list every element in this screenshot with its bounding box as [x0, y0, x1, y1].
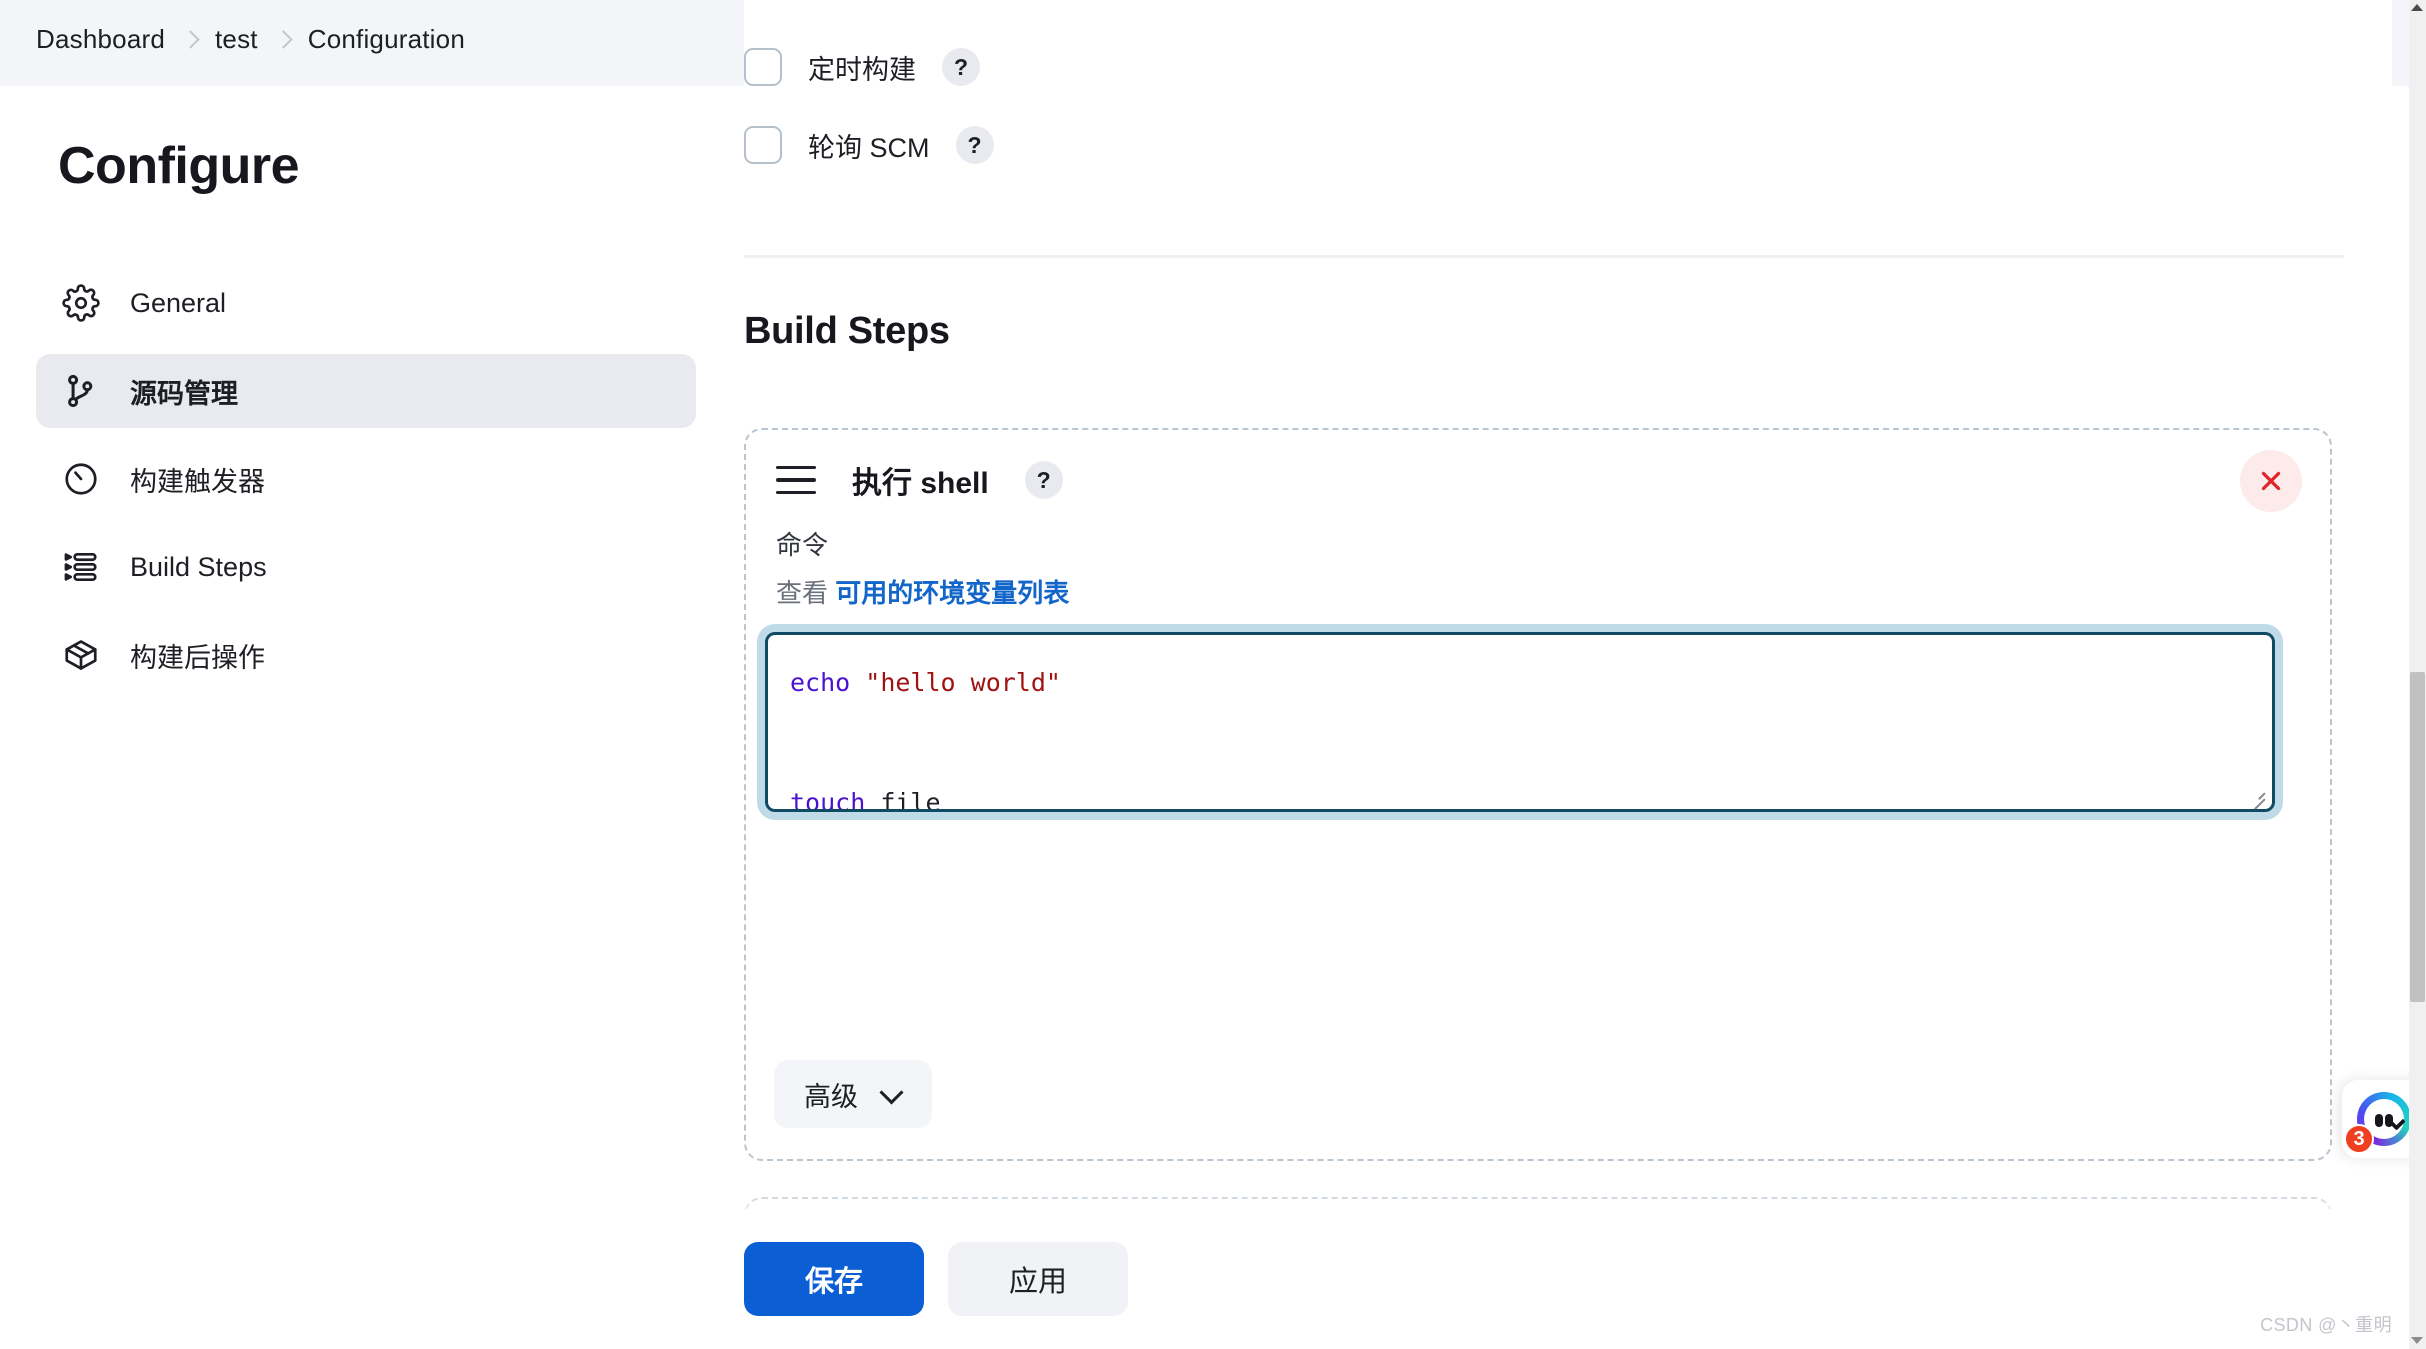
page-scrollbar[interactable] [2409, 0, 2426, 1349]
main-content: 定时构建 ? 轮询 SCM ? Build Steps 执行 shell ? 命… [744, 0, 2392, 1349]
chevron-right-icon [272, 29, 294, 51]
sidebar-item-label: Build Steps [130, 551, 267, 582]
breadcrumb-item-configuration: Configuration [307, 24, 465, 54]
steps-list-icon [62, 548, 100, 586]
command-textarea[interactable]: echo "hello world" touch file [765, 632, 2275, 812]
scroll-up-arrow-icon[interactable] [2411, 4, 2423, 11]
breadcrumb-item-test[interactable]: test [201, 24, 272, 55]
sidebar-item-build-triggers[interactable]: 构建触发器 [36, 442, 696, 516]
checkbox-poll-scm[interactable] [744, 126, 782, 164]
scrollbar-thumb[interactable] [2410, 672, 2425, 1002]
chevron-right-icon [179, 29, 201, 51]
advanced-button-label: 高级 [804, 1081, 858, 1112]
sidebar-item-post-build-actions[interactable]: 构建后操作 [36, 618, 696, 692]
sidebar-item-label: 构建触发器 [130, 466, 265, 497]
drag-handle-icon[interactable] [776, 466, 816, 494]
checkbox-label: 轮询 SCM [808, 132, 930, 163]
env-variables-hint: 查看 可用的环境变量列表 [776, 573, 1069, 610]
clock-icon [62, 460, 100, 498]
save-button[interactable]: 保存 [744, 1242, 924, 1316]
build-step-header: 执行 shell ? [776, 458, 1063, 502]
checkbox-row-poll-scm: 轮询 SCM ? [744, 106, 1844, 184]
env-variables-link[interactable]: 可用的环境变量列表 [835, 578, 1069, 608]
sidebar-item-label: 源码管理 [130, 378, 238, 409]
branch-icon [62, 372, 100, 410]
close-icon[interactable] [2240, 450, 2302, 512]
advanced-button[interactable]: 高级 [774, 1060, 932, 1128]
footer-actions: 保存 应用 [744, 1242, 1128, 1316]
build-triggers-checkbox-list: 定时构建 ? 轮询 SCM ? [744, 28, 1844, 184]
build-step-card: 执行 shell ? 命令 查看 可用的环境变量列表 echo "hello w… [744, 428, 2332, 1161]
section-divider [744, 255, 2344, 258]
page-title: Configure [58, 137, 300, 195]
checkbox-label: 定时构建 [808, 54, 916, 85]
help-icon[interactable]: ? [942, 48, 980, 86]
breadcrumb-item-dashboard[interactable]: Dashboard [36, 24, 179, 55]
sidebar-nav: General 源码管理 构建触发器 Build Steps 构建后操作 [36, 266, 696, 706]
app-screen: Dashboard test Configuration Configure G… [0, 0, 2426, 1349]
sticky-footer: 保存 应用 [0, 1209, 2426, 1349]
sidebar-item-general[interactable]: General [36, 266, 696, 340]
chat-unread-badge: 3 [2344, 1124, 2374, 1154]
env-hint-prefix: 查看 [776, 578, 829, 608]
checkbox-scheduled-build[interactable] [744, 48, 782, 86]
sidebar-item-build-steps[interactable]: Build Steps [36, 530, 696, 604]
chat-eye-left [2375, 1114, 2383, 1127]
section-title-build-steps: Build Steps [744, 310, 950, 352]
command-field-label: 命令 [776, 530, 829, 560]
sidebar-item-label: General [130, 287, 227, 318]
apply-button[interactable]: 应用 [948, 1242, 1128, 1316]
breadcrumb: Dashboard test Configuration [36, 24, 479, 55]
sidebar-item-label: 构建后操作 [130, 642, 265, 673]
package-icon [62, 636, 100, 674]
gear-icon [62, 284, 100, 322]
watermark: CSDN @丶重明 [2260, 1315, 2392, 1335]
chevron-down-icon [882, 1084, 902, 1104]
checkbox-row-scheduled-build: 定时构建 ? [744, 28, 1844, 106]
configure-sidebar: Configure General 源码管理 构建触发器 Build Steps… [0, 86, 744, 1349]
command-textarea-wrapper: echo "hello world" touch file [765, 632, 2275, 812]
build-step-title: 执行 shell [852, 467, 989, 500]
sidebar-item-source-code-management[interactable]: 源码管理 [36, 354, 696, 428]
scroll-down-arrow-icon[interactable] [2411, 1337, 2423, 1344]
help-icon[interactable]: ? [955, 126, 994, 164]
help-icon[interactable]: ? [1024, 461, 1063, 499]
